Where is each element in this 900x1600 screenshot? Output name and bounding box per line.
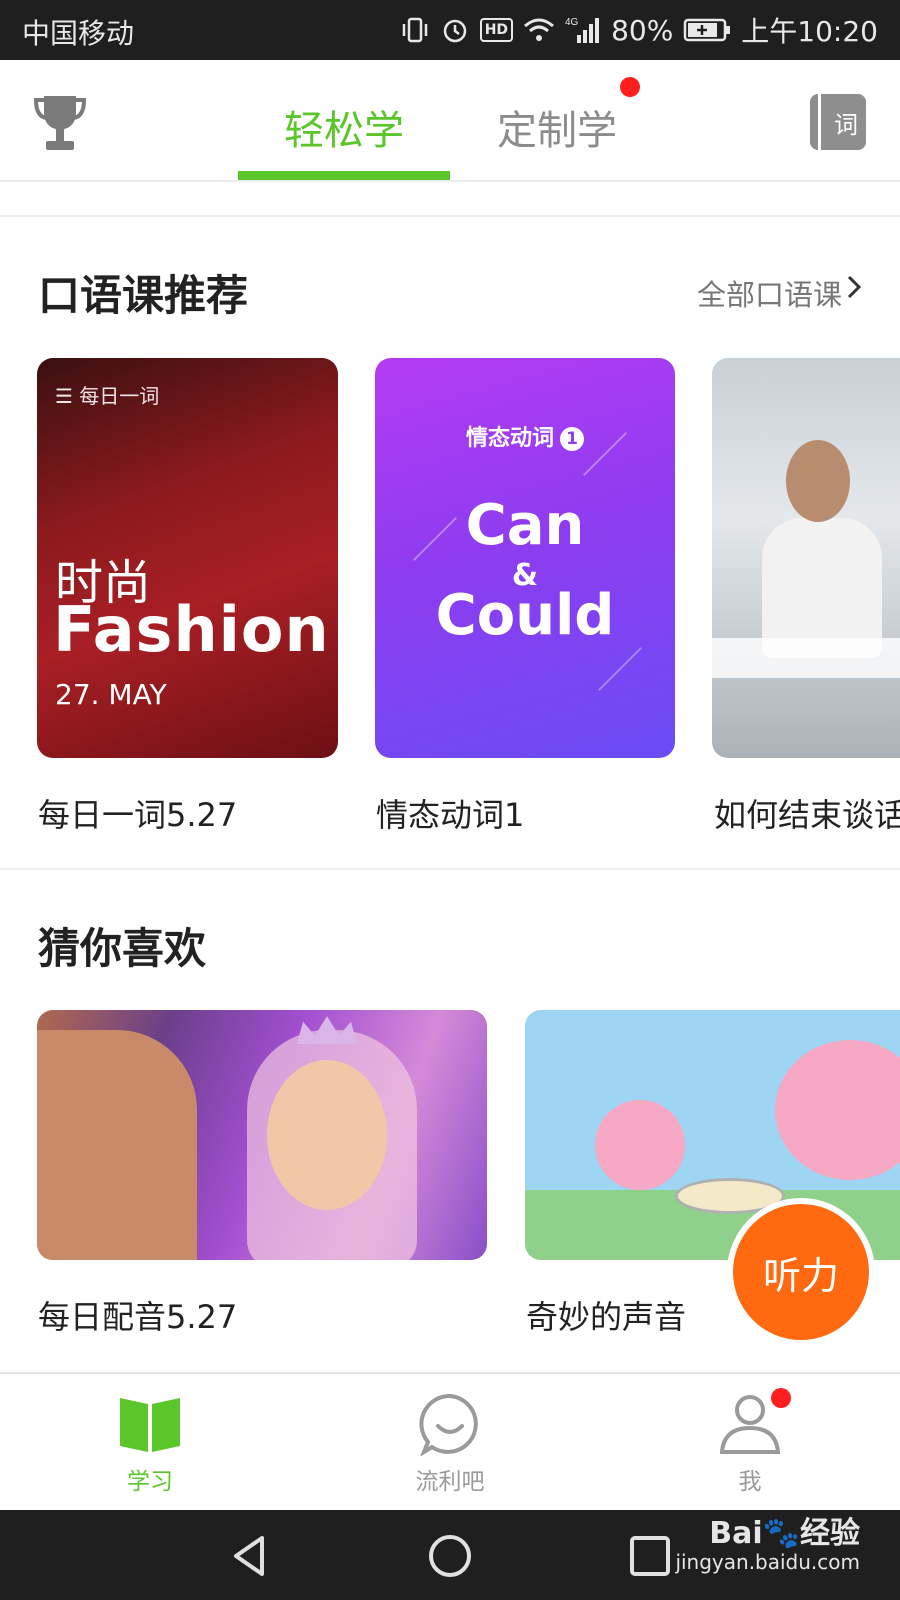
notification-dot [771, 1388, 791, 1408]
course-card-end-conversation[interactable] [712, 358, 900, 758]
crown-icon [297, 1016, 357, 1044]
nav-label: 我 [738, 1469, 762, 1495]
nav-item-me[interactable]: 我 [600, 1374, 900, 1512]
course-card-fashion[interactable]: ☰ 每日一词 时尚 Fashion 27. MAY [37, 358, 338, 758]
watermark-url: jingyan.baidu.com [675, 1550, 860, 1574]
svg-text:4G: 4G [565, 17, 579, 28]
card-date: 27. MAY [55, 678, 167, 711]
video-caption[interactable]: 每日配音5.27 [38, 1292, 237, 1338]
all-speaking-courses-link[interactable]: 全部口语课 [697, 272, 842, 314]
nav-item-study[interactable]: 学习 [0, 1374, 300, 1512]
chevron-right-icon[interactable] [846, 274, 862, 300]
video-caption[interactable]: 奇妙的声音 [526, 1292, 686, 1338]
card-word-could: Could [435, 583, 615, 648]
nav-label: 流利吧 [415, 1469, 485, 1495]
listening-fab[interactable]: 听力 [733, 1204, 869, 1340]
course-caption[interactable]: 每日一词5.27 [38, 790, 237, 836]
home-icon[interactable] [426, 1532, 474, 1580]
watermark: Bai🐾经验 jingyan.baidu.com [675, 1516, 860, 1576]
card-tag-number: 1 [560, 427, 584, 451]
recents-icon[interactable] [626, 1532, 674, 1580]
photo-character [595, 1100, 685, 1190]
card-title-en: Fashion [53, 593, 330, 666]
section-title-speaking: 口语课推荐 [38, 271, 249, 320]
wifi-icon [523, 16, 555, 44]
course-caption[interactable]: 情态动词1 [376, 790, 524, 836]
section-title-recommend: 猜你喜欢 [38, 924, 207, 973]
vibrate-icon [400, 15, 430, 45]
alarm-icon [440, 15, 470, 45]
photo-plate [675, 1178, 785, 1214]
signal-icon: 4G [565, 15, 601, 45]
tab-custom-learn[interactable]: 定制学 [497, 98, 617, 156]
divider [0, 215, 900, 217]
trophy-icon[interactable] [33, 94, 87, 152]
divider [0, 868, 900, 870]
chat-smile-icon [419, 1393, 478, 1456]
hd-badge: HD [479, 18, 514, 42]
back-icon[interactable] [226, 1532, 274, 1580]
notification-dot [620, 77, 640, 97]
tab-easy-learn[interactable]: 轻松学 [284, 98, 404, 156]
photo-character [775, 1040, 900, 1180]
decor-line [598, 647, 642, 691]
vocab-book-button[interactable]: 词 [810, 94, 866, 150]
status-icons: HD 4G 80% 上午10:20 [400, 10, 878, 50]
video-card-dubbing[interactable] [37, 1010, 487, 1260]
system-nav-bar: Bai🐾经验 jingyan.baidu.com [0, 1510, 900, 1600]
course-card-can-could[interactable]: 情态动词 1 Can & Could [375, 358, 675, 758]
course-caption[interactable]: 如何结束谈话 [714, 790, 900, 836]
carrier-label: 中国移动 [22, 17, 135, 50]
photo-table [712, 638, 900, 678]
card-word-can: Can [465, 493, 585, 558]
top-tab-bar: 轻松学 定制学 词 [0, 60, 900, 182]
photo-character-face [267, 1060, 387, 1210]
card-tag: ☰ 每日一词 [55, 384, 160, 408]
card-tag: 情态动词 1 [375, 420, 675, 452]
watermark-logo: Bai🐾经验 [709, 1516, 860, 1551]
listening-label: 听力 [762, 1253, 839, 1298]
photo-character [37, 1030, 197, 1260]
bottom-nav: 学习 流利吧 我 [0, 1372, 900, 1510]
active-tab-indicator [238, 171, 450, 180]
battery-icon [683, 17, 731, 43]
nav-label: 学习 [127, 1469, 173, 1495]
photo-person [762, 518, 882, 658]
book-icon [120, 1398, 180, 1452]
clock: 上午10:20 [741, 15, 878, 48]
vocab-label: 词 [834, 110, 858, 139]
photo-person-head [786, 440, 850, 522]
card-tag-text: 情态动词 [465, 426, 554, 451]
battery-percent: 80% [611, 13, 674, 47]
nav-item-fluent[interactable]: 流利吧 [300, 1374, 600, 1512]
status-bar: 中国移动 HD 4G 80% 上午10:20 [0, 0, 900, 60]
